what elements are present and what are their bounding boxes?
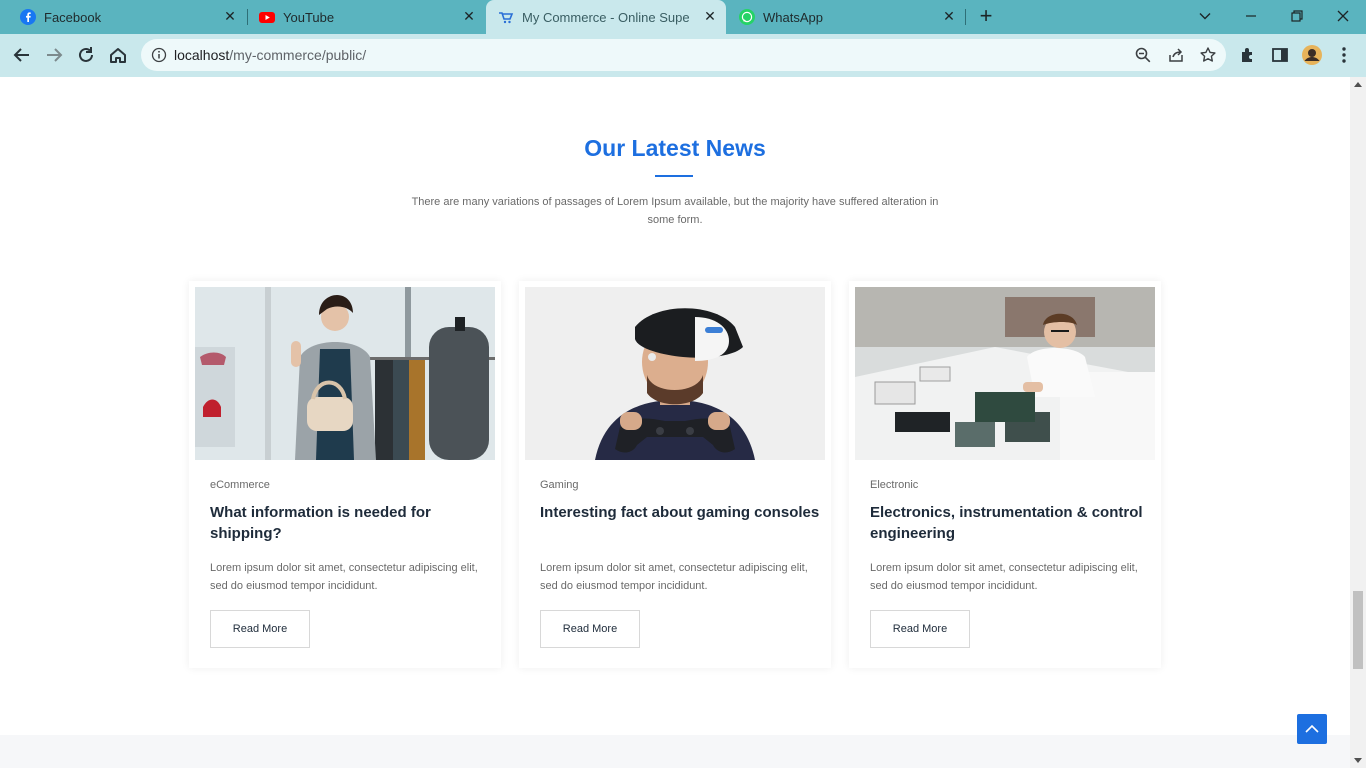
card-category[interactable]: Electronic <box>870 479 918 491</box>
chevron-up-icon <box>1305 724 1319 733</box>
card-category[interactable]: eCommerce <box>210 479 270 491</box>
restore-icon <box>1291 10 1303 22</box>
news-card: eCommerce What information is needed for… <box>189 281 501 668</box>
card-category[interactable]: Gaming <box>540 479 579 491</box>
card-headline[interactable]: Interesting fact about gaming consoles <box>540 502 820 523</box>
close-icon <box>1337 10 1349 22</box>
back-to-top-button[interactable] <box>1297 714 1327 744</box>
browser-tab-strip: Facebook ✕ YouTube ✕ My Commerce - Onlin… <box>0 0 1366 34</box>
news-card: Electronic Electronics, instrumentation … <box>849 281 1161 668</box>
bookmark-star-icon[interactable] <box>1199 46 1217 64</box>
close-icon[interactable]: ✕ <box>222 8 238 24</box>
tab-title: YouTube <box>283 10 335 25</box>
info-icon[interactable] <box>151 47 167 63</box>
tab-my-commerce[interactable]: My Commerce - Online Super Sh ✕ <box>486 0 726 34</box>
card-excerpt: Lorem ipsum dolor sit amet, consectetur … <box>210 562 478 592</box>
tab-search-button[interactable] <box>1192 4 1218 28</box>
page-viewport: Our Latest News There are many variation… <box>0 77 1350 768</box>
profile-avatar-icon[interactable] <box>1301 44 1323 66</box>
close-icon[interactable]: ✕ <box>461 8 477 24</box>
card-headline[interactable]: What information is needed for shipping? <box>210 502 490 544</box>
tab-title: My Commerce - Online Super Sh <box>522 10 690 25</box>
more-menu-icon[interactable] <box>1333 44 1355 66</box>
youtube-icon <box>259 12 275 23</box>
side-panel-icon[interactable] <box>1269 44 1291 66</box>
title-underline <box>655 175 693 177</box>
close-icon[interactable]: ✕ <box>941 8 957 24</box>
whatsapp-icon <box>739 9 755 25</box>
read-more-button[interactable]: Read More <box>210 610 310 648</box>
restore-button[interactable] <box>1284 4 1310 28</box>
section-title: Our Latest News <box>584 135 766 161</box>
card-excerpt: Lorem ipsum dolor sit amet, consectetur … <box>870 562 1138 592</box>
window-close-button[interactable] <box>1330 4 1356 28</box>
address-bar[interactable]: localhost/my-commerce/public/ <box>141 39 1226 71</box>
page-icon <box>499 12 514 24</box>
tab-title: WhatsApp <box>763 10 823 25</box>
home-icon[interactable] <box>107 44 129 66</box>
share-icon[interactable] <box>1167 46 1185 64</box>
zoom-icon[interactable] <box>1134 46 1152 64</box>
forward-arrow-icon[interactable] <box>43 44 65 66</box>
read-more-button[interactable]: Read More <box>870 610 970 648</box>
electronics-engineer-photo[interactable] <box>855 287 1155 460</box>
minimize-button[interactable] <box>1238 4 1264 28</box>
vr-gamer-photo[interactable] <box>525 287 825 460</box>
card-headline[interactable]: Electronics, instrumentation & control e… <box>870 502 1150 544</box>
facebook-icon <box>20 9 36 25</box>
browser-toolbar: localhost/my-commerce/public/ <box>0 34 1366 77</box>
tab-divider <box>965 9 966 25</box>
woman-shopping-photo[interactable] <box>195 287 495 460</box>
tab-title: Facebook <box>44 10 102 25</box>
scroll-up-arrow-icon[interactable] <box>1354 82 1362 87</box>
tab-youtube[interactable]: YouTube ✕ <box>247 0 485 34</box>
tab-whatsapp[interactable]: WhatsApp ✕ <box>727 0 965 34</box>
card-excerpt: Lorem ipsum dolor sit amet, consectetur … <box>540 562 808 592</box>
new-tab-button[interactable]: + <box>975 5 997 28</box>
reload-icon[interactable] <box>75 44 97 66</box>
tab-facebook[interactable]: Facebook ✕ <box>8 0 246 34</box>
read-more-button[interactable]: Read More <box>540 610 640 648</box>
page-scrollbar[interactable] <box>1350 77 1366 768</box>
url-path: /my-commerce/public/ <box>229 47 367 63</box>
minimize-icon <box>1246 15 1256 17</box>
chevron-down-icon <box>1199 13 1211 20</box>
footer-section-edge <box>0 735 1350 768</box>
section-description: There are many variations of passages of… <box>411 196 939 226</box>
scrollbar-thumb[interactable] <box>1353 591 1363 669</box>
url-host: localhost <box>174 47 230 63</box>
news-card: Gaming Interesting fact about gaming con… <box>519 281 831 668</box>
url-text[interactable]: localhost/my-commerce/public/ <box>174 47 366 63</box>
scroll-down-arrow-icon[interactable] <box>1354 758 1362 763</box>
extensions-icon[interactable] <box>1237 44 1259 66</box>
close-icon[interactable]: ✕ <box>702 8 718 24</box>
back-arrow-icon[interactable] <box>11 44 33 66</box>
